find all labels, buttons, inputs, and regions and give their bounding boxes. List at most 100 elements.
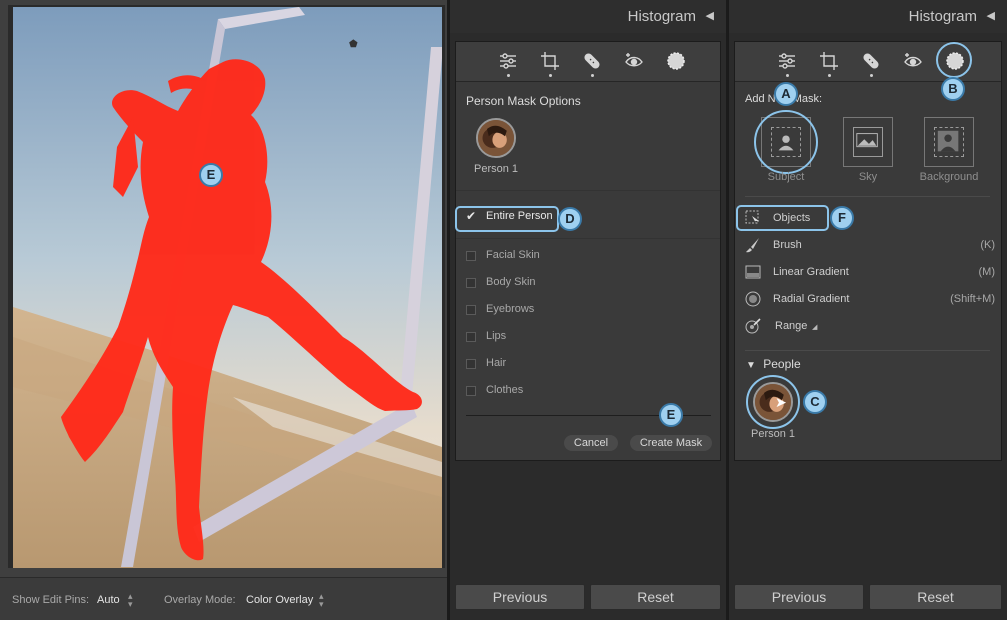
healing-dot <box>870 74 873 77</box>
part-checkbox[interactable]: Clothes <box>466 382 706 402</box>
objects-highlight <box>736 205 829 231</box>
linear-gradient-label: Linear Gradient <box>773 266 849 278</box>
checkbox-box[interactable] <box>466 305 476 315</box>
background-mask-button[interactable] <box>924 117 974 167</box>
checkbox-box[interactable] <box>466 386 476 396</box>
masking-panel: Histogram ◀ B Add New Mask: <box>728 0 1007 620</box>
part-checkbox[interactable]: Hair <box>466 355 706 375</box>
crop-icon[interactable] <box>817 49 841 73</box>
divider <box>456 190 720 191</box>
person-avatar[interactable] <box>476 118 516 158</box>
callout-f: F <box>830 206 854 230</box>
divider <box>456 238 720 239</box>
masking-icon[interactable] <box>664 49 688 73</box>
show-edit-pins-label: Show Edit Pins: <box>12 594 90 606</box>
person-mask-options-title: Person Mask Options <box>466 94 581 108</box>
part-checkbox[interactable]: Eyebrows <box>466 301 706 321</box>
callout-e-photo: E <box>199 163 223 187</box>
reset-button[interactable]: Reset <box>869 584 1002 610</box>
callout-e-panel: E <box>659 403 683 427</box>
reset-button[interactable]: Reset <box>590 584 721 610</box>
brush-tool[interactable]: Brush (K) <box>745 236 995 256</box>
part-label: Lips <box>486 330 507 342</box>
range-tool[interactable]: Range ◢ <box>745 317 995 337</box>
checkbox-box[interactable] <box>466 332 476 342</box>
range-dropdown-icon[interactable]: ◢ <box>812 323 817 331</box>
checkbox-box[interactable] <box>466 278 476 288</box>
person-avatar-label: Person 1 <box>473 163 519 175</box>
checkbox-box[interactable] <box>466 359 476 369</box>
edit-dot <box>786 74 789 77</box>
range-label: Range <box>775 320 808 332</box>
radial-gradient-shortcut: (Shift+M) <box>950 293 995 305</box>
divider <box>745 196 990 197</box>
subject-highlight <box>754 110 818 174</box>
callout-c: C <box>803 390 827 414</box>
cancel-button[interactable]: Cancel <box>564 435 618 451</box>
person-mask-panel: Histogram ◀ Person Mask Options Person 1… <box>449 0 726 620</box>
edit-sliders-icon[interactable] <box>496 49 520 73</box>
histogram-header[interactable]: Histogram ◀ <box>450 0 726 33</box>
radial-gradient-tool[interactable]: Radial Gradient (Shift+M) <box>745 290 995 310</box>
cursor-icon: ➤ <box>775 394 787 410</box>
person-highlight <box>746 375 800 429</box>
pin-marker: ⬟ <box>349 39 358 50</box>
collapse-triangle-icon[interactable]: ◀ <box>706 9 714 22</box>
edit-sliders-icon[interactable] <box>775 49 799 73</box>
callout-d: D <box>558 207 582 231</box>
show-edit-pins-caret-icon[interactable]: ▴ ▾ <box>128 592 133 609</box>
linear-gradient-tool[interactable]: Linear Gradient (M) <box>745 263 995 283</box>
previous-button[interactable]: Previous <box>455 584 585 610</box>
healing-icon[interactable] <box>859 49 883 73</box>
brush-shortcut: (K) <box>980 239 995 251</box>
part-label: Facial Skin <box>486 249 540 261</box>
sky-label: Sky <box>858 171 878 183</box>
masking-highlight <box>936 42 972 78</box>
part-label: Clothes <box>486 384 524 396</box>
crop-icon[interactable] <box>538 49 562 73</box>
crop-dot <box>549 74 552 77</box>
overlay-mode-caret-icon[interactable]: ▴ ▾ <box>319 592 324 609</box>
range-icon <box>745 318 761 334</box>
previous-button[interactable]: Previous <box>734 584 864 610</box>
people-label: People <box>763 357 801 371</box>
checkbox-box[interactable] <box>466 251 476 261</box>
red-eye-icon[interactable] <box>901 49 925 73</box>
divider <box>745 350 990 351</box>
photo-canvas[interactable]: ⬟ E <box>13 7 442 568</box>
people-disclosure-icon[interactable]: ▼ <box>746 360 756 371</box>
histogram-header[interactable]: Histogram ◀ <box>729 0 1007 33</box>
overlay-mode-label: Overlay Mode: <box>164 594 236 606</box>
subject-label: Subject <box>767 171 805 183</box>
part-label: Hair <box>486 357 507 369</box>
healing-dot <box>591 74 594 77</box>
part-checkbox[interactable]: Lips <box>466 328 706 348</box>
sky-mask-button[interactable] <box>843 117 893 167</box>
histogram-title: Histogram <box>627 8 696 25</box>
callout-b: B <box>941 77 965 101</box>
person-avatar-label: Person 1 <box>750 428 796 440</box>
create-mask-button[interactable]: Create Mask <box>630 435 712 451</box>
radial-gradient-label: Radial Gradient <box>773 293 850 305</box>
sky-icon <box>853 127 883 157</box>
callout-a: A <box>774 82 798 106</box>
background-icon <box>934 127 964 157</box>
show-edit-pins-select[interactable]: Auto <box>97 594 120 606</box>
radial-gradient-icon <box>745 291 761 307</box>
overlay-mode-select[interactable]: Color Overlay <box>246 594 313 606</box>
tool-strip <box>456 42 720 82</box>
histogram-title: Histogram <box>908 8 977 25</box>
collapse-triangle-icon[interactable]: ◀ <box>987 9 995 22</box>
part-checkbox[interactable]: Body Skin <box>466 274 706 294</box>
photo-toolbar: Show Edit Pins: Auto ▴ ▾ Overlay Mode: Co… <box>0 577 447 620</box>
brush-icon <box>745 237 761 253</box>
red-eye-icon[interactable] <box>622 49 646 73</box>
healing-icon[interactable] <box>580 49 604 73</box>
people-section-toggle[interactable]: ▼ People <box>746 357 801 371</box>
part-checkbox[interactable]: Facial Skin <box>466 247 706 267</box>
part-label: Body Skin <box>486 276 536 288</box>
photo-pane: ⬟ E Show Edit Pins: Auto ▴ ▾ Overlay Mode… <box>0 0 447 620</box>
entire-person-highlight <box>455 206 559 232</box>
photo-image: ⬟ <box>13 7 442 568</box>
mask-panel-box: B Add New Mask: A Subject Sky Background <box>734 41 1002 461</box>
